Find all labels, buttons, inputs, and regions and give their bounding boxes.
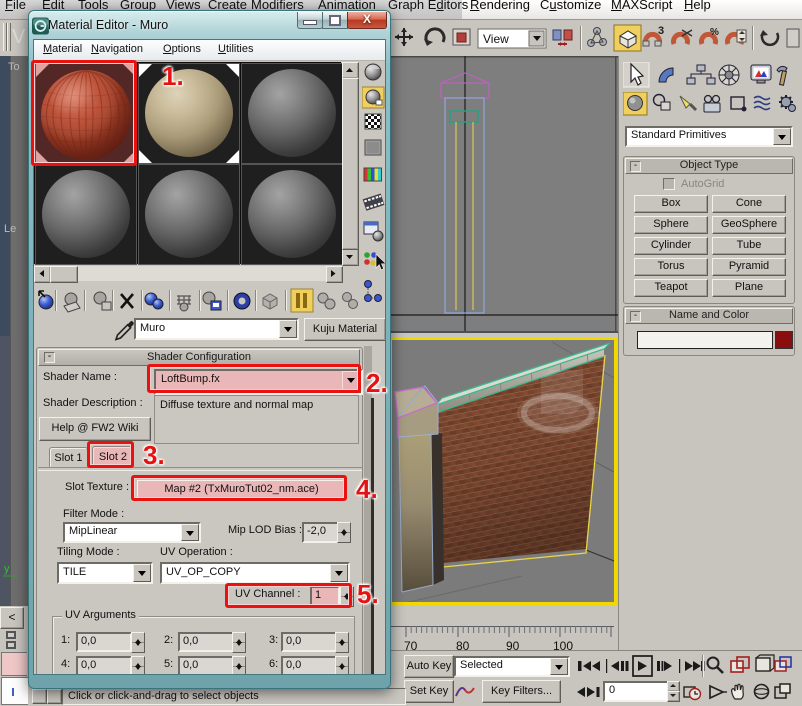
svg-text:80: 80 (456, 639, 470, 650)
svg-text:View: View (483, 32, 509, 46)
svg-text:70: 70 (404, 639, 418, 650)
svg-text:%: % (710, 27, 719, 38)
svg-text:y: y (4, 563, 10, 575)
svg-text:3: 3 (658, 25, 664, 37)
svg-text:90: 90 (506, 639, 520, 650)
svg-text:100: 100 (553, 639, 573, 650)
